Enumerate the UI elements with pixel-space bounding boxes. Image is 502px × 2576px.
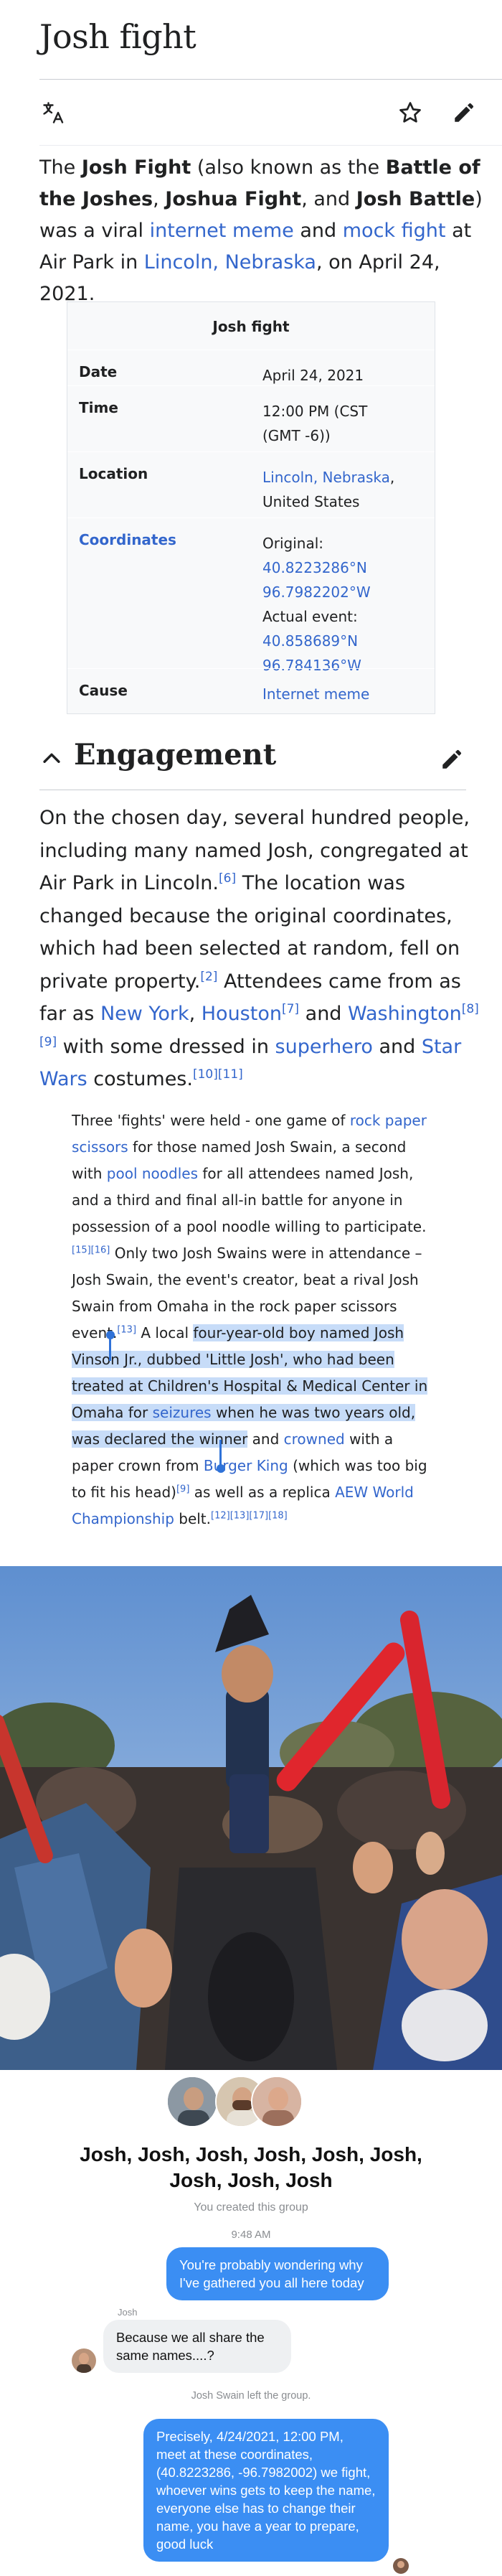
translate-icon[interactable]	[39, 98, 68, 127]
selection-start-caret	[109, 1335, 111, 1361]
body-text: and	[299, 1003, 349, 1025]
reference-link[interactable]: [13]	[117, 1324, 136, 1335]
infobox-value: April 24, 2021	[262, 367, 364, 384]
body-text: costumes.	[87, 1068, 193, 1090]
sender-avatar	[72, 2348, 96, 2373]
reference-link[interactable]: [2]	[200, 970, 217, 984]
lead-text: The	[39, 156, 82, 179]
page-toolbar	[39, 80, 502, 146]
reference-link[interactable]: [7]	[282, 1002, 299, 1016]
infobox-row-location: Location Lincoln, Nebraska, United State…	[67, 451, 435, 517]
coordinates-link[interactable]: Coordinates	[79, 531, 176, 548]
link-superhero[interactable]: superhero	[275, 1036, 373, 1058]
engagement-paragraph: On the chosen day, several hundred peopl…	[39, 802, 491, 1096]
page-title: Josh fight	[39, 17, 196, 56]
section-title: Engagement	[74, 738, 277, 772]
link-burger-king[interactable]: Burger King	[204, 1457, 288, 1474]
coord-actual-lat[interactable]: 40.858689°N	[262, 629, 426, 653]
infobox-row-date: Date April 24, 2021	[67, 350, 435, 385]
infobox-row-coordinates: Coordinates Original: 40.8223286°N 96.79…	[67, 517, 435, 674]
coord-original-lat[interactable]: 40.8223286°N	[262, 556, 426, 580]
reference-link[interactable]: [15][16]	[72, 1245, 110, 1255]
link-houston[interactable]: Houston	[202, 1003, 282, 1025]
body-text: belt.	[174, 1510, 212, 1527]
reference-link[interactable]: [12][13][17][18]	[211, 1510, 288, 1521]
selection-end-caret	[219, 1440, 222, 1466]
infobox: Josh fight Date April 24, 2021 Time 12:0…	[67, 301, 435, 714]
link-pool-noodles[interactable]: pool noodles	[107, 1165, 198, 1182]
toolbar-divider	[39, 145, 502, 146]
message-timestamp: 9:48 AM	[231, 2229, 271, 2241]
reference-link[interactable]: [10][11]	[193, 1067, 243, 1082]
lead-text: , and	[301, 188, 356, 210]
body-text: as well as a replica	[189, 1484, 336, 1501]
infobox-label: Location	[79, 465, 148, 482]
sender-name: Josh	[118, 2307, 138, 2318]
fights-paragraph[interactable]: Three 'fights' were held - one game of r…	[72, 1107, 430, 1532]
lead-text: ,	[153, 188, 166, 210]
avatar	[166, 2076, 218, 2127]
avatar	[251, 2076, 303, 2127]
section-heading-engagement[interactable]: Engagement	[39, 725, 502, 790]
system-message: Josh Swain left the group.	[191, 2390, 311, 2402]
star-icon[interactable]	[396, 98, 425, 127]
edit-section-icon[interactable]	[437, 745, 466, 774]
lead-paragraph: The Josh Fight (also known as the Battle…	[39, 152, 491, 310]
body-text: and	[247, 1430, 284, 1448]
infobox-title: Josh fight	[212, 318, 290, 335]
infobox-label: Cause	[79, 682, 128, 699]
coord-actual-label: Actual event:	[262, 608, 358, 625]
read-receipt-avatar	[393, 2558, 409, 2574]
selected-text[interactable]: four-year-old boy named Josh Vinson Jr.,…	[72, 1324, 428, 1448]
lead-bold-term: Josh Fight	[81, 156, 191, 179]
outgoing-message[interactable]: Precisely, 4/24/2021, 12:00 PM, meet at …	[143, 2419, 389, 2562]
link-internet-meme[interactable]: Internet meme	[262, 682, 426, 706]
infobox-value: Original: 40.8223286°N 96.7982202°W Actu…	[262, 531, 426, 678]
lead-bold-term: Joshua Fight	[165, 188, 302, 210]
infobox-value: Lincoln, Nebraska, United States	[262, 465, 413, 514]
selection-end-handle[interactable]	[217, 1464, 225, 1473]
body-text: A local	[136, 1324, 194, 1341]
lead-text: (also known as the	[191, 156, 386, 179]
coord-original-label: Original:	[262, 535, 323, 552]
group-avatars	[0, 2076, 502, 2132]
link-lincoln-nebraska[interactable]: Lincoln, Nebraska	[262, 469, 390, 486]
outgoing-message[interactable]: You're probably wondering why I've gathe…	[166, 2247, 389, 2300]
pencil-icon[interactable]	[450, 98, 478, 127]
body-text: and	[372, 1035, 422, 1058]
incoming-message[interactable]: Because we all share the same names....?	[103, 2320, 291, 2373]
body-text: with some dressed in	[57, 1035, 275, 1058]
infobox-label: Time	[79, 399, 118, 416]
link-washington[interactable]: Washington	[348, 1003, 462, 1025]
link-new-york[interactable]: New York	[100, 1003, 189, 1025]
reference-link[interactable]: [6]	[219, 871, 236, 886]
infobox-value: 12:00 PM (CST (GMT -6))	[262, 403, 368, 444]
lead-bold-term: Josh Battle	[356, 188, 475, 210]
lead-text: and	[293, 220, 343, 242]
coord-original-lon[interactable]: 96.7982202°W	[262, 580, 426, 604]
group-chat-screenshot: Josh, Josh, Josh, Josh, Josh, Josh, Josh…	[0, 2070, 502, 2576]
body-text: ,	[189, 1003, 202, 1025]
infobox-row-cause: Cause Internet meme	[67, 668, 435, 714]
link-seizures[interactable]: seizures	[153, 1404, 212, 1421]
link-internet-meme[interactable]: internet meme	[150, 220, 294, 242]
body-text: Three 'fights' were held - one game of	[72, 1112, 350, 1129]
group-created-note: You created this group	[194, 2201, 308, 2214]
link-mock-fight[interactable]: mock fight	[343, 220, 446, 242]
link-crowned[interactable]: crowned	[284, 1430, 345, 1448]
chevron-up-icon[interactable]	[39, 746, 64, 771]
crowd-photo-illustration	[0, 1566, 502, 2070]
infobox-row-time: Time 12:00 PM (CST (GMT -6))	[67, 385, 435, 451]
event-photo	[0, 1566, 502, 2070]
group-name: Josh, Josh, Josh, Josh, Josh, Josh, Josh…	[80, 2143, 422, 2191]
link-lincoln-nebraska[interactable]: Lincoln, Nebraska	[144, 251, 316, 273]
infobox-label: Date	[79, 363, 118, 380]
reference-link[interactable]: [9]	[176, 1484, 189, 1494]
